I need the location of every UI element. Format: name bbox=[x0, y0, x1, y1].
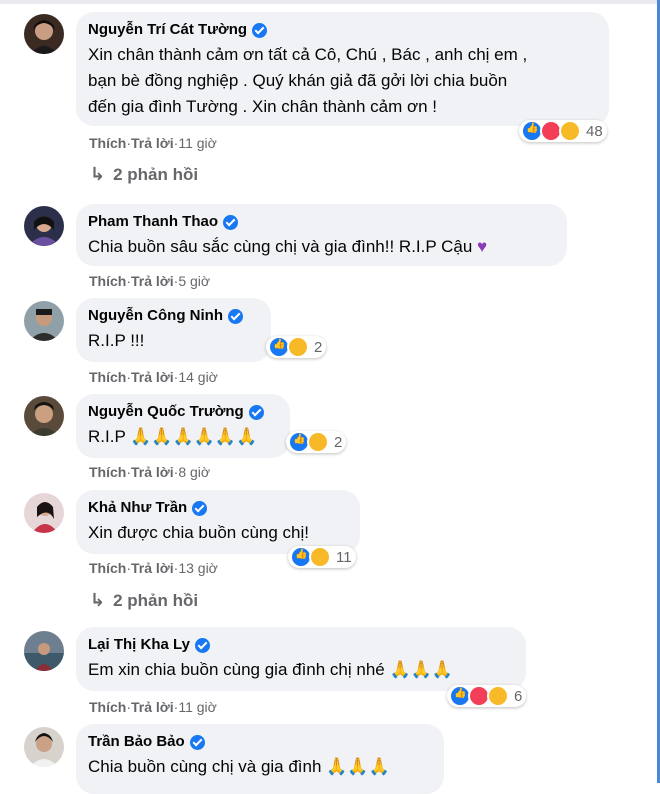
sad-reaction-icon bbox=[487, 685, 509, 707]
comment-bubble: Lại Thị Kha Ly Em xin chia buồn cùng gia… bbox=[76, 627, 526, 691]
avatar[interactable] bbox=[24, 631, 64, 671]
comment-bubble: Pham Thanh Thao Chia buồn sâu sắc cùng c… bbox=[76, 204, 567, 266]
comment-text: Chia buồn cùng chị và gia đình 🙏🙏🙏 bbox=[88, 757, 390, 776]
reply-arrow-icon: ↳ bbox=[90, 164, 106, 184]
reply-button[interactable]: Trả lời bbox=[131, 273, 174, 289]
comment-text: R.I.P !!! bbox=[88, 331, 145, 350]
folded-hands-icon: 🙏🙏🙏 bbox=[326, 757, 390, 776]
reaction-count: 48 bbox=[586, 122, 603, 140]
reaction-count: 11 bbox=[336, 548, 352, 566]
reply-button[interactable]: Trả lời bbox=[131, 464, 174, 480]
comment-text: Em xin chia buồn cùng gia đình chị nhé 🙏… bbox=[88, 660, 454, 679]
reaction-summary[interactable]: 6 bbox=[447, 685, 527, 707]
comment-bubble: Khả Như Trần Xin được chia buồn cùng chị… bbox=[76, 490, 360, 554]
avatar[interactable] bbox=[24, 14, 64, 54]
purple-heart-icon: ♥ bbox=[477, 237, 488, 256]
comment-time[interactable]: 8 giờ bbox=[178, 464, 210, 480]
avatar[interactable] bbox=[24, 493, 64, 533]
folded-hands-icon: 🙏🙏🙏 bbox=[389, 660, 454, 679]
comment-time[interactable]: 11 giờ bbox=[178, 135, 217, 151]
comment-time[interactable]: 5 giờ bbox=[178, 273, 210, 289]
like-button[interactable]: Thích bbox=[89, 560, 126, 576]
avatar[interactable] bbox=[24, 727, 64, 767]
comment-text: Chia buồn sâu sắc cùng chị và gia đình!!… bbox=[88, 237, 488, 256]
care-reaction-icon bbox=[559, 120, 581, 142]
comment-actions: Thích · Trả lời · 13 giờ bbox=[89, 560, 218, 576]
like-button[interactable]: Thích bbox=[89, 135, 126, 151]
like-button[interactable]: Thích bbox=[89, 369, 126, 385]
commenter-name[interactable]: Nguyễn Công Ninh bbox=[88, 306, 257, 326]
avatar[interactable] bbox=[24, 396, 64, 436]
comment-actions: Thích · Trả lời · 11 giờ bbox=[89, 135, 217, 151]
comment-bubble: Trần Bảo Bảo Chia buồn cùng chị và gia đ… bbox=[76, 724, 444, 794]
reply-button[interactable]: Trả lời bbox=[131, 699, 174, 715]
comment-bubble: Nguyễn Trí Cát Tường Xin chân thành cảm … bbox=[76, 12, 609, 126]
reaction-count: 6 bbox=[514, 687, 523, 705]
folded-hands-icon: 🙏🙏🙏🙏🙏🙏 bbox=[130, 427, 258, 446]
commenter-name[interactable]: Trần Bảo Bảo bbox=[88, 732, 430, 752]
verified-badge-icon bbox=[252, 22, 268, 38]
comment-time[interactable]: 11 giờ bbox=[178, 699, 217, 715]
comment-time[interactable]: 13 giờ bbox=[178, 560, 218, 576]
commenter-name[interactable]: Pham Thanh Thao bbox=[88, 212, 553, 232]
comment-text: R.I.P 🙏🙏🙏🙏🙏🙏 bbox=[88, 427, 258, 446]
comment-actions: Thích · Trả lời · 11 giờ bbox=[89, 699, 217, 715]
view-replies-link[interactable]: ↳ 2 phản hồi bbox=[90, 590, 198, 611]
comment-actions: Thích · Trả lời · 8 giờ bbox=[89, 464, 210, 480]
reply-button[interactable]: Trả lời bbox=[131, 135, 174, 151]
verified-badge-icon bbox=[223, 214, 239, 230]
comment-actions: Thích · Trả lời · 14 giờ bbox=[89, 369, 218, 385]
reply-button[interactable]: Trả lời bbox=[131, 369, 174, 385]
like-button[interactable]: Thích bbox=[89, 699, 126, 715]
verified-badge-icon bbox=[189, 734, 205, 750]
reaction-count: 2 bbox=[314, 338, 323, 356]
sad-reaction-icon bbox=[309, 546, 331, 568]
like-button[interactable]: Thích bbox=[89, 464, 126, 480]
commenter-name[interactable]: Nguyễn Trí Cát Tường bbox=[88, 20, 595, 40]
commenter-name[interactable]: Lại Thị Kha Ly bbox=[88, 635, 512, 655]
sad-reaction-icon bbox=[307, 431, 329, 453]
comment-actions: Thích · Trả lời · 5 giờ bbox=[89, 273, 210, 289]
verified-badge-icon bbox=[228, 308, 243, 324]
top-border bbox=[0, 0, 660, 4]
comment-text: Xin được chia buồn cùng chị! bbox=[88, 523, 309, 542]
sad-reaction-icon bbox=[287, 336, 309, 358]
reaction-count: 2 bbox=[334, 433, 343, 451]
comment-time[interactable]: 14 giờ bbox=[178, 369, 218, 385]
like-button[interactable]: Thích bbox=[89, 273, 126, 289]
reply-arrow-icon: ↳ bbox=[90, 590, 106, 610]
comment-bubble: Nguyễn Quốc Trường R.I.P 🙏🙏🙏🙏🙏🙏 bbox=[76, 394, 290, 458]
comment-bubble: Nguyễn Công Ninh R.I.P !!! bbox=[76, 298, 271, 362]
view-replies-link[interactable]: ↳ 2 phản hồi bbox=[90, 164, 198, 185]
reaction-summary[interactable]: 2 bbox=[286, 431, 347, 453]
commenter-name[interactable]: Nguyễn Quốc Trường bbox=[88, 402, 276, 422]
avatar[interactable] bbox=[24, 206, 64, 246]
avatar[interactable] bbox=[24, 301, 64, 341]
verified-badge-icon bbox=[248, 404, 264, 420]
reaction-summary[interactable]: 48 bbox=[519, 120, 607, 142]
comment-text: Xin chân thành cảm ơn tất cả Cô, Chú , B… bbox=[88, 45, 528, 116]
verified-badge-icon bbox=[194, 637, 210, 653]
commenter-name[interactable]: Khả Như Trần bbox=[88, 498, 346, 518]
reaction-summary[interactable]: 11 bbox=[288, 546, 356, 568]
verified-badge-icon bbox=[192, 500, 208, 516]
reply-button[interactable]: Trả lời bbox=[131, 560, 174, 576]
reaction-summary[interactable]: 2 bbox=[266, 336, 327, 358]
